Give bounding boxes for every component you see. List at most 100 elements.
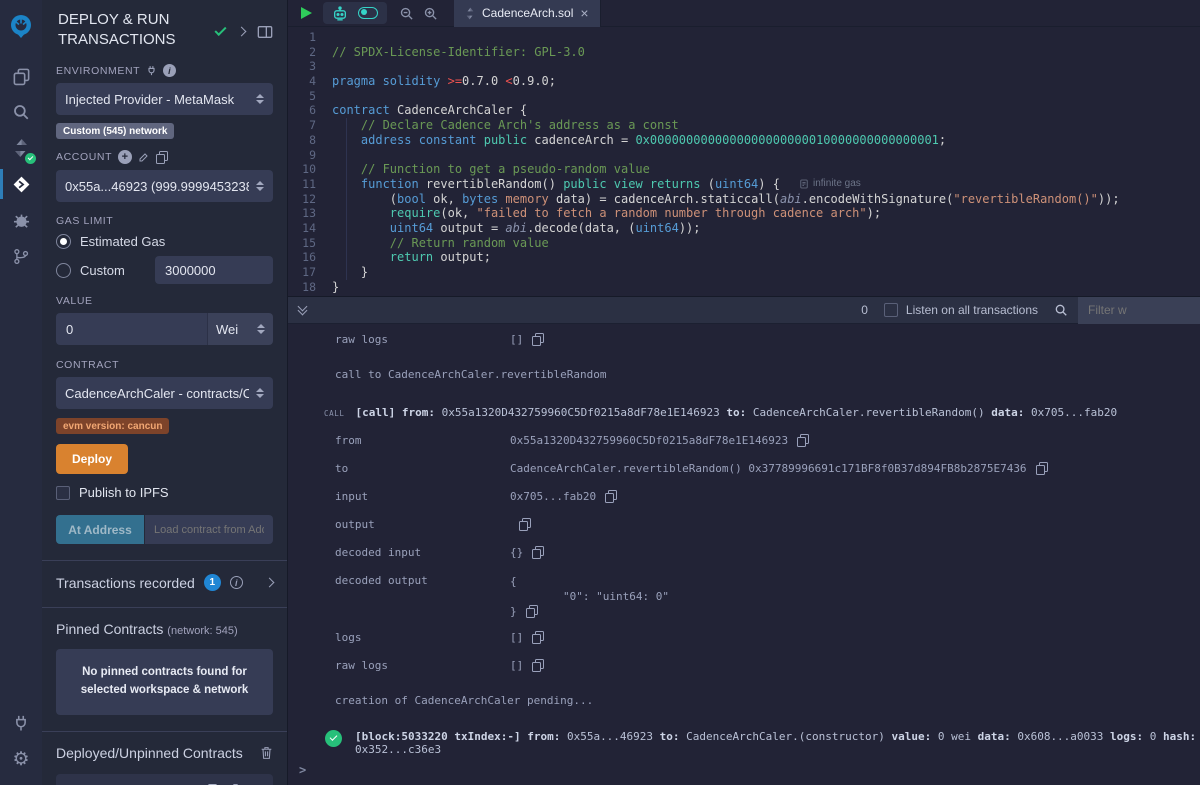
copy-icon[interactable] — [797, 434, 809, 447]
edit-account-icon[interactable] — [138, 151, 150, 163]
remix-ai-robot-icon[interactable] — [332, 6, 348, 21]
plugin-manager-icon[interactable] — [0, 705, 42, 741]
panel-expand-icon[interactable] — [237, 27, 247, 37]
log-kv-row: decoded input{} — [288, 546, 1200, 562]
log-kv-row: raw logs[] — [288, 333, 1200, 349]
code-line[interactable]: 8 address constant public cadenceArch = … — [288, 133, 1200, 148]
log-key: output — [335, 518, 510, 531]
line-number: 10 — [288, 162, 332, 177]
copy-icon[interactable] — [526, 605, 538, 618]
code-line[interactable]: 11 function revertibleRandom() public vi… — [288, 177, 1200, 192]
at-address-button[interactable]: At Address — [56, 515, 144, 544]
code-text: (bool ok, bytes memory data) = cadenceAr… — [332, 192, 1120, 207]
account-select[interactable]: 0x55a...46923 (999.9999453238 — [56, 170, 273, 202]
code-line[interactable]: 7 // Declare Cadence Arch's address as a… — [288, 118, 1200, 133]
log-kv-row: from0x55a1320D432759960C5Df0215a8dF78e1E… — [288, 434, 1200, 450]
select-stepper-icon — [256, 324, 265, 334]
code-line[interactable]: 2// SPDX-License-Identifier: GPL-3.0 — [288, 45, 1200, 60]
deployed-contract-card: CADENCEARCHCALER AT 0X3 × Balance: 0 ETH… — [56, 774, 273, 785]
log-kv-row: decoded output{ "0": "uint64: 0"} — [288, 574, 1200, 619]
search-icon[interactable] — [0, 94, 42, 130]
transactions-expand-icon[interactable] — [265, 578, 275, 588]
transactions-info-icon[interactable]: i — [230, 576, 243, 589]
code-line[interactable]: 3 — [288, 59, 1200, 74]
pin-panel-icon[interactable] — [257, 25, 273, 39]
code-line[interactable]: 17 } — [288, 265, 1200, 280]
log-value: { "0": "uint64: 0"} — [510, 574, 669, 619]
line-number: 5 — [288, 89, 332, 104]
terminal-filter-input[interactable] — [1078, 297, 1200, 324]
environment-select[interactable]: Injected Provider - MetaMask — [56, 83, 273, 115]
code-line[interactable]: 5 — [288, 89, 1200, 104]
copy-icon[interactable] — [532, 546, 544, 559]
line-number: 15 — [288, 236, 332, 251]
line-number: 3 — [288, 59, 332, 74]
copy-account-icon[interactable] — [156, 151, 168, 164]
value-unit-select[interactable]: Wei — [207, 313, 273, 345]
trash-icon[interactable] — [260, 746, 273, 760]
code-line[interactable]: 12 (bool ok, bytes memory data) = cadenc… — [288, 192, 1200, 207]
file-explorer-icon[interactable] — [0, 58, 42, 94]
select-stepper-icon — [255, 181, 264, 191]
line-number: 9 — [288, 148, 332, 163]
publish-ipfs-label: Publish to IPFS — [79, 485, 169, 500]
copy-icon[interactable] — [532, 631, 544, 644]
code-line[interactable]: 16 return output; — [288, 250, 1200, 265]
log-key: to — [335, 462, 510, 475]
log-transaction-row[interactable]: [block:5033220 txIndex:-] from: 0x55a...… — [288, 730, 1200, 756]
code-line[interactable]: 6contract CadenceArchCaler { — [288, 103, 1200, 118]
copy-icon[interactable] — [605, 490, 617, 503]
terminal-prompt[interactable]: > — [288, 763, 1200, 785]
close-tab-icon[interactable]: × — [580, 6, 588, 20]
run-script-icon[interactable] — [301, 7, 312, 19]
line-number: 11 — [288, 177, 332, 192]
code-line[interactable]: 9 — [288, 148, 1200, 163]
listen-transactions-label: Listen on all transactions — [906, 303, 1038, 317]
git-icon[interactable] — [0, 238, 42, 274]
value-input[interactable] — [56, 313, 207, 345]
code-line[interactable]: 14 uint64 output = abi.decode(data, (uin… — [288, 221, 1200, 236]
tab-cadencearch-sol[interactable]: CadenceArch.sol × — [454, 0, 601, 27]
code-line[interactable]: 10 // Function to get a pseudo-random va… — [288, 162, 1200, 177]
add-account-icon[interactable]: + — [118, 150, 132, 164]
copilot-toggle[interactable] — [358, 7, 378, 19]
debugger-icon[interactable] — [0, 202, 42, 238]
environment-info-icon[interactable]: i — [163, 64, 176, 77]
deploy-button[interactable]: Deploy — [56, 444, 128, 474]
terminal-search-icon[interactable] — [1054, 303, 1068, 317]
zoom-in-icon[interactable] — [423, 6, 438, 21]
code-line[interactable]: 4pragma solidity >=0.7.0 <0.9.0; — [288, 74, 1200, 89]
estimated-gas-radio[interactable] — [56, 234, 71, 249]
log-call-row[interactable]: call[call] from: 0x55a1320D432759960C5Df… — [288, 406, 1200, 419]
remix-logo[interactable] — [0, 6, 42, 50]
copy-icon[interactable] — [1036, 462, 1048, 475]
contract-select[interactable]: CadenceArchCaler - contracts/Cac — [56, 377, 273, 409]
code-editor[interactable]: 12// SPDX-License-Identifier: GPL-3.034p… — [288, 27, 1200, 296]
code-line[interactable]: 1 — [288, 30, 1200, 45]
zoom-out-icon[interactable] — [399, 6, 414, 21]
copy-icon[interactable] — [532, 659, 544, 672]
copy-icon[interactable] — [519, 518, 531, 531]
code-text: return output; — [332, 250, 491, 265]
custom-gas-input[interactable] — [155, 256, 273, 284]
listen-transactions-checkbox[interactable] — [884, 303, 898, 317]
at-address-input[interactable] — [145, 515, 273, 544]
code-line[interactable]: 18} — [288, 280, 1200, 295]
deploy-run-icon[interactable] — [0, 166, 42, 202]
evm-version-badge: evm version: cancun — [56, 418, 169, 434]
copy-icon[interactable] — [532, 333, 544, 346]
publish-ipfs-checkbox[interactable] — [56, 486, 70, 500]
terminal: 0 Listen on all transactions raw logs[]c… — [288, 296, 1200, 785]
compile-success-badge — [25, 153, 36, 164]
line-number: 17 — [288, 265, 332, 280]
custom-gas-label: Custom — [80, 263, 125, 278]
collapse-terminal-icon[interactable] — [299, 306, 306, 314]
plug-icon[interactable] — [146, 65, 157, 76]
code-line[interactable]: 15 // Return random value — [288, 236, 1200, 251]
custom-gas-radio[interactable] — [56, 263, 71, 278]
code-text: uint64 output = abi.decode(data, (uint64… — [332, 221, 701, 236]
code-line[interactable]: 13 require(ok, "failed to fetch a random… — [288, 206, 1200, 221]
solidity-compiler-icon[interactable] — [0, 130, 42, 166]
pinned-contracts-title: Pinned Contracts (network: 545) — [56, 621, 273, 637]
settings-gear-icon[interactable]: ⚙ — [0, 741, 42, 777]
